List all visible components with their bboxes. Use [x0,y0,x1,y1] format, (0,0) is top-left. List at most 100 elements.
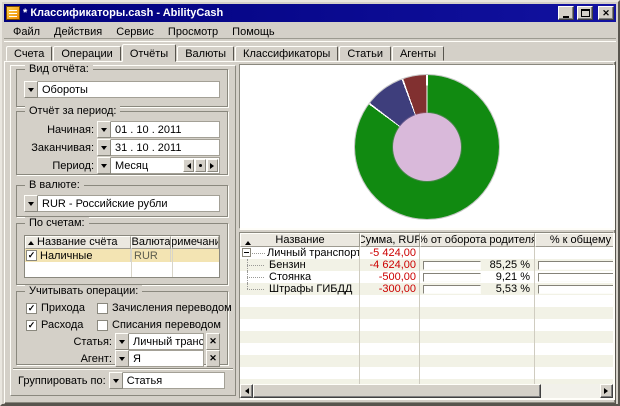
operations-checkbox-2[interactable]: ✓Расхода [26,319,83,331]
currency-value[interactable]: RUR - Российские рубли [38,195,220,212]
horizontal-scrollbar[interactable] [240,384,613,398]
minimize-button[interactable] [558,6,574,20]
account-row[interactable]: ✓ Наличные RUR [25,249,219,262]
scroll-right-button[interactable] [600,384,613,398]
agent-dropdown-button[interactable] [115,350,129,367]
operations-checkbox-3[interactable]: Списания переводом [97,319,221,331]
tab-1[interactable]: Операции [53,46,120,61]
clear-agent-button[interactable]: ✕ [206,350,220,367]
column-separator [172,249,173,277]
step-dropdown-button[interactable] [97,157,111,174]
col-total-pct-header[interactable]: % к общему [535,233,614,247]
step-field[interactable]: Месяц [111,157,220,174]
tab-5[interactable]: Статьи [339,46,391,61]
divider [13,368,233,370]
tab-6[interactable]: Агенты [392,46,444,61]
prev-period-button[interactable] [183,159,194,172]
close-button[interactable]: ✕ [598,6,614,20]
tab-2[interactable]: Отчёты [122,44,176,62]
tab-3[interactable]: Валюты [177,46,234,61]
account-currency: RUR [131,249,171,262]
col-name-header[interactable]: Название [240,233,360,247]
close-icon: ✕ [209,353,217,364]
tab-0[interactable]: Счета [6,46,52,61]
scrollbar-thumb[interactable] [253,384,541,398]
menu-item-4[interactable]: Помощь [225,24,282,40]
total-percent-bar [538,285,613,294]
arrow-right-icon [604,388,611,394]
end-date-dropdown-button[interactable] [97,139,111,156]
accounts-col-currency[interactable]: Валюта [131,236,171,249]
tab-4[interactable]: Классификаторы [235,46,338,61]
clear-article-button[interactable]: ✕ [206,333,220,350]
operations-label: Учитывать операции: [25,285,142,298]
menu-bar: ФайлДействияСервисПросмотрПомощь [4,23,616,42]
step-label: Период: [24,160,94,172]
article-dropdown-button[interactable] [115,333,129,350]
report-type-label: Вид отчёта: [25,63,93,76]
table-row[interactable]: Личный транспорт-5 424,00 [240,247,613,259]
currency-group: В валюте: RUR - Российские рубли [16,185,228,217]
menu-item-2[interactable]: Сервис [109,24,161,40]
report-type-dropdown-button[interactable] [24,81,38,98]
row-sum: -5 424,00 [360,247,420,259]
grouping-value[interactable]: Статья [123,372,225,389]
end-date-label: Заканчивая: [24,142,94,154]
row-name: Личный транспорт [267,247,360,259]
checkbox-label: Списания переводом [112,319,221,331]
start-date-field[interactable]: 01 . 10 . 2011 [111,121,220,138]
col-parent-pct-header[interactable]: % от оборота родителя [420,233,535,247]
current-period-button[interactable] [195,159,206,172]
menu-item-1[interactable]: Действия [47,24,109,40]
close-icon: ✕ [602,9,610,18]
table-row[interactable]: Штрафы ГИБДД-300,005,53 % [240,283,613,295]
chevron-down-icon [28,202,34,209]
start-date-dropdown-button[interactable] [97,121,111,138]
table-row[interactable]: Стоянка-500,009,21 % [240,271,613,283]
menu-item-3[interactable]: Просмотр [161,24,225,40]
accounts-col-note[interactable]: Примечание [171,236,219,249]
currency-label: В валюте: [25,179,84,192]
account-checkbox[interactable]: ✓ [26,250,37,261]
chevron-down-icon [113,379,119,386]
grouping-label: Группировать по: [18,375,106,387]
checkbox-icon: ✓ [26,303,37,314]
report-table-header: Название Сумма, RUR % от оборота родител… [240,233,614,247]
grouping-dropdown-button[interactable] [109,372,123,389]
checkbox-icon: ✓ [26,320,37,331]
maximize-button[interactable] [577,6,593,20]
table-row-empty [240,331,613,343]
parent-percent-value: 9,21 % [496,271,530,283]
table-row-empty [240,307,613,319]
accounts-group: По счетам: Название счёта Валюта Примеча… [16,223,228,285]
account-name: Наличные [40,250,92,262]
window-title: * Классификаторы.cash - AbilityCash [23,7,555,19]
report-type-value[interactable]: Обороты [38,81,220,98]
parent-percent-value: 85,25 % [490,259,530,271]
next-period-button[interactable] [207,159,218,172]
start-date-label: Начиная: [24,124,94,136]
collapse-icon[interactable] [242,248,251,257]
period-nav [183,159,219,172]
table-row-empty [240,295,613,307]
dot-icon [199,164,202,167]
checkbox-icon [97,320,108,331]
report-table-body: Личный транспорт-5 424,00Бензин-4 624,00… [240,247,613,384]
operations-checkbox-0[interactable]: ✓ Прихода [26,302,85,314]
parent-percent-bar [423,261,481,270]
currency-dropdown-button[interactable] [24,195,38,212]
row-sum: -500,00 [360,271,420,283]
scroll-left-button[interactable] [240,384,253,398]
donut-hole [393,113,461,181]
scrollbar-track[interactable] [541,384,600,398]
accounts-col-name[interactable]: Название счёта [25,236,131,249]
table-row[interactable]: Бензин-4 624,0085,25 % [240,259,613,271]
agent-value[interactable]: Я [129,350,204,367]
col-sum-header[interactable]: Сумма, RUR [360,233,420,247]
end-date-field[interactable]: 31 . 10 . 2011 [111,139,220,156]
article-value[interactable]: Личный транспорт [129,333,204,350]
operations-checkbox-1[interactable]: Зачисления переводом [97,302,232,314]
menu-item-0[interactable]: Файл [6,24,47,40]
checkbox-label: Прихода [41,302,85,314]
maximize-icon [581,9,590,17]
